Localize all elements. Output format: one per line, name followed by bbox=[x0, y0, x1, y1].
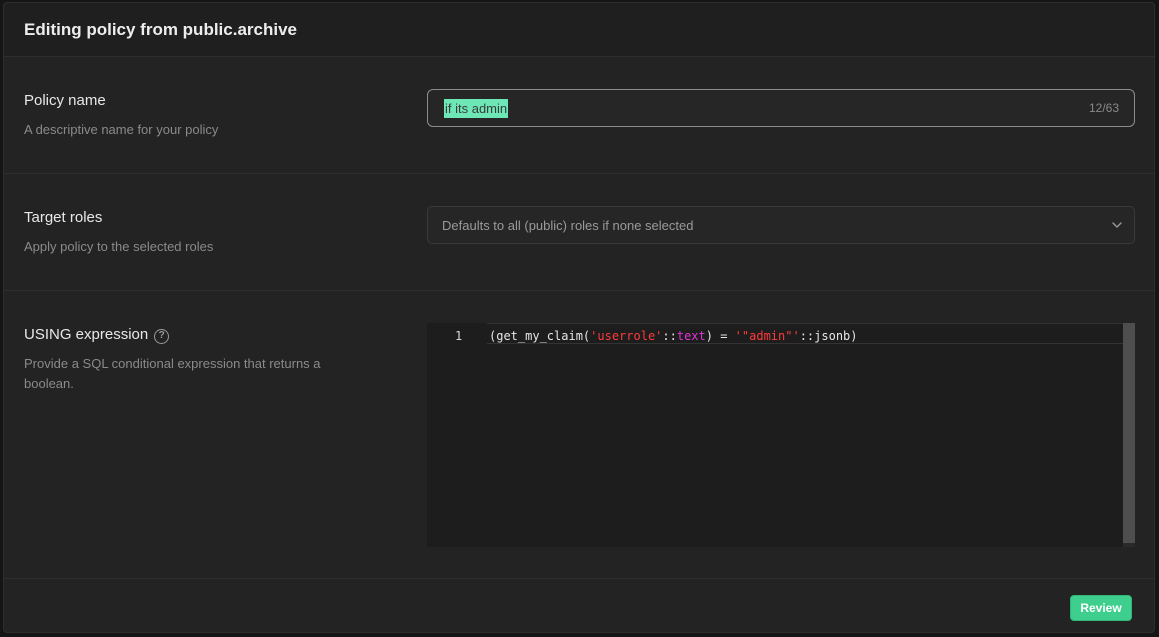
editor-scroll-thumb[interactable] bbox=[1123, 323, 1135, 543]
target-roles-label: Target roles bbox=[24, 209, 103, 226]
char-count: 12/63 bbox=[1088, 101, 1119, 115]
policy-name-description: A descriptive name for your policy bbox=[24, 122, 219, 137]
code-token-str: '"admin"' bbox=[734, 329, 800, 343]
modal-title: Editing policy from public.archive bbox=[24, 20, 297, 39]
target-roles-description: Apply policy to the selected roles bbox=[24, 239, 214, 254]
target-roles-placeholder: Defaults to all (public) roles if none s… bbox=[442, 218, 694, 233]
code-token-plain: ::jsonb) bbox=[799, 329, 858, 343]
code-token-plain: ) = bbox=[705, 329, 735, 343]
edit-policy-modal: Editing policy from public.archive Polic… bbox=[3, 2, 1155, 633]
line-number: 1 bbox=[455, 329, 463, 343]
target-roles-select[interactable]: Defaults to all (public) roles if none s… bbox=[427, 206, 1135, 244]
policy-name-label: Policy name bbox=[24, 92, 106, 109]
code-token-str: 'userrole' bbox=[590, 329, 663, 343]
review-button[interactable]: Review bbox=[1070, 595, 1132, 621]
code-token-plain: :: bbox=[662, 329, 677, 343]
policy-name-value[interactable]: if its admin bbox=[444, 99, 509, 118]
using-expression-label: USING expression? bbox=[24, 326, 170, 344]
modal-header: Editing policy from public.archive bbox=[4, 3, 1154, 57]
using-expression-label-text: USING expression bbox=[24, 326, 149, 343]
code-token-kw: text bbox=[676, 329, 706, 343]
sql-editor[interactable]: 1 (get_my_claim('userrole'::text) = '"ad… bbox=[427, 323, 1135, 547]
using-expression-description: Provide a SQL conditional expression tha… bbox=[24, 356, 321, 391]
code-line[interactable]: (get_my_claim('userrole'::text) = '"admi… bbox=[489, 329, 858, 343]
code-token-plain: (get_my_claim( bbox=[489, 329, 591, 343]
policy-name-input[interactable]: if its admin 12/63 bbox=[427, 89, 1135, 127]
help-circle-icon[interactable]: ? bbox=[154, 329, 170, 344]
editor-scrollbar[interactable] bbox=[1123, 323, 1135, 547]
chevron-down-icon[interactable] bbox=[1110, 218, 1124, 232]
